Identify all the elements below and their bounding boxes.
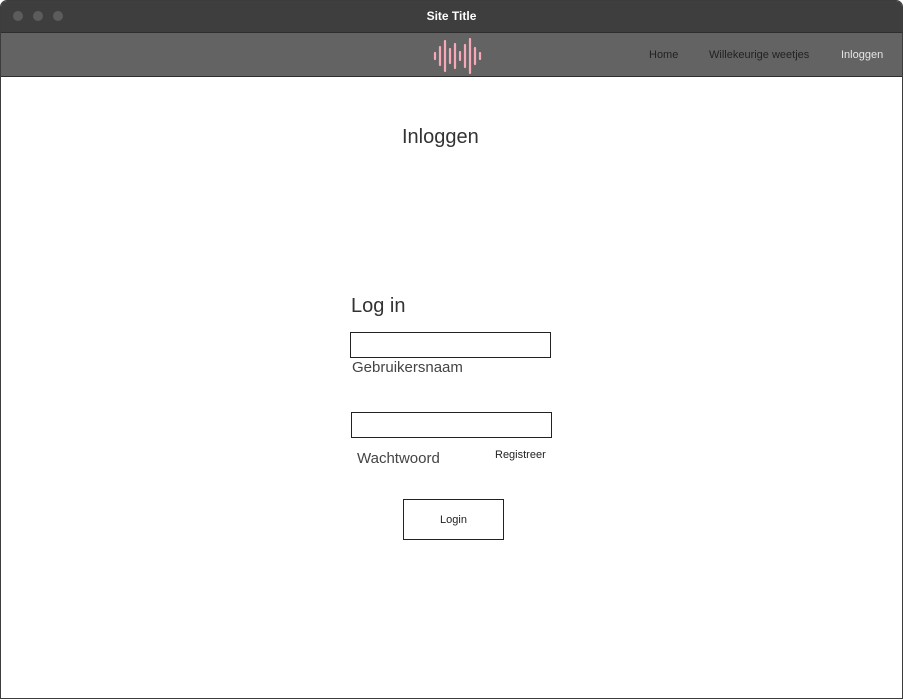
nav-link-inloggen[interactable]: Inloggen — [841, 49, 883, 61]
browser-window: Site Title Home Willekeurige weetjes Inl… — [0, 0, 903, 699]
title-bar: Site Title — [1, 1, 902, 32]
username-label: Gebruikersnaam — [352, 359, 463, 376]
password-label: Wachtwoord — [357, 450, 440, 467]
window-title: Site Title — [426, 9, 477, 23]
page-title: Inloggen — [402, 126, 479, 148]
soundwave-logo-icon[interactable] — [433, 38, 483, 74]
register-link[interactable]: Registreer — [495, 449, 546, 461]
navigation-bar: Home Willekeurige weetjes Inloggen — [1, 32, 902, 77]
login-form-title: Log in — [351, 295, 406, 317]
username-input[interactable] — [350, 332, 551, 358]
nav-link-home[interactable]: Home — [649, 49, 678, 61]
login-button[interactable]: Login — [403, 499, 504, 540]
nav-link-willekeurige-weetjes[interactable]: Willekeurige weetjes — [709, 49, 809, 61]
password-input[interactable] — [351, 412, 552, 438]
